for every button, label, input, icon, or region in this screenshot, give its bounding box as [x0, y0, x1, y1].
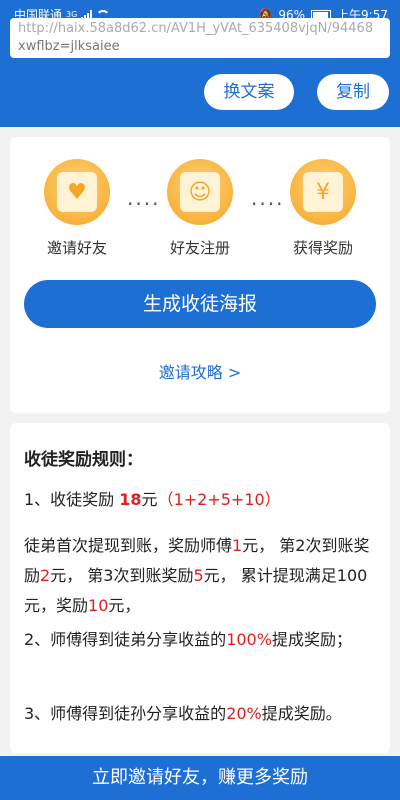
rule-1-unit: 元 — [141, 490, 158, 509]
step-label: 获得奖励 — [292, 239, 353, 257]
detail-amount: 2 — [40, 566, 51, 585]
detail-amount: 1 — [232, 536, 243, 555]
change-copy-button[interactable]: 换文案 — [204, 74, 294, 110]
header-banner: 中国联通 3G 🔕 96% 上午9:57 http://haix.58a8d62… — [0, 0, 400, 127]
step-label: 好友注册 — [169, 239, 230, 257]
rule-1-detail: 徒弟首次提现到账，奖励师傅1元， 第2次到账奖励2元， 第3次到账奖励5元， 累… — [24, 531, 376, 621]
rule-2: 2、师傅得到徒弟分享收益的100%提成奖励； — [24, 625, 376, 655]
step-dots: ···· — [251, 192, 285, 216]
invite-link-line2: xwflbz=jlksaiee — [18, 39, 120, 54]
detail-amount: 5 — [193, 566, 204, 585]
detail-text: 元， — [108, 596, 141, 615]
step-label: 邀请好友 — [46, 239, 107, 257]
generate-poster-button[interactable]: 生成收徒海报 — [24, 280, 376, 328]
rule-1: 1、收徒奖励 18元（1+2+5+10） — [24, 485, 376, 515]
money-bag-icon: ¥ — [290, 159, 356, 225]
detail-text: 元， 第3次到账奖励 — [50, 566, 194, 585]
rule-3-text: 提成奖励。 — [261, 704, 342, 723]
rule-3-percent: 20% — [226, 704, 262, 723]
rule-1-breakdown: （1+2+5+10） — [157, 490, 281, 509]
invite-link-box[interactable]: http://haix.58a8d62.cn/AV1H_yVAt_635408v… — [10, 18, 390, 58]
step-invite: ♥ 邀请好友 — [37, 159, 117, 258]
rule-3-text: 3、师傅得到徒孙分享收益的 — [24, 704, 227, 723]
invite-link-line1: http://haix.58a8d62.cn/AV1H_yVAt_635408v… — [18, 21, 374, 36]
detail-text: 徒弟首次提现到账，奖励师傅 — [24, 536, 233, 555]
rule-3: 3、师傅得到徒孙分享收益的20%提成奖励。 — [24, 699, 376, 729]
rule-2-text: 提成奖励； — [271, 630, 352, 649]
step-dots: ···· — [127, 192, 161, 216]
rule-1-text: 1、收徒奖励 — [24, 490, 120, 509]
copy-button[interactable]: 复制 — [317, 74, 389, 110]
rules-card: 收徒奖励规则： 1、收徒奖励 18元（1+2+5+10） 徒弟首次提现到账，奖励… — [10, 423, 390, 753]
rules-title: 收徒奖励规则： — [24, 450, 143, 470]
invite-friends-cta-button[interactable]: 立即邀请好友，赚更多奖励 — [0, 756, 400, 800]
rule-1-amount: 18 — [119, 490, 142, 509]
id-badge-icon: ☺ — [167, 159, 233, 225]
step-register: ☺ 好友注册 — [160, 159, 240, 258]
step-reward: ¥ 获得奖励 — [283, 159, 363, 258]
invite-strategy-link[interactable]: 邀请攻略 > — [10, 359, 390, 383]
rule-2-percent: 100% — [226, 630, 272, 649]
invite-steps-card: ♥ 邀请好友 ···· ☺ 好友注册 ···· ¥ 获得奖励 生成收徒海报 邀请… — [10, 137, 390, 413]
rule-2-text: 2、师傅得到徒弟分享收益的 — [24, 630, 227, 649]
detail-amount: 10 — [88, 596, 109, 615]
envelope-heart-icon: ♥ — [44, 159, 110, 225]
